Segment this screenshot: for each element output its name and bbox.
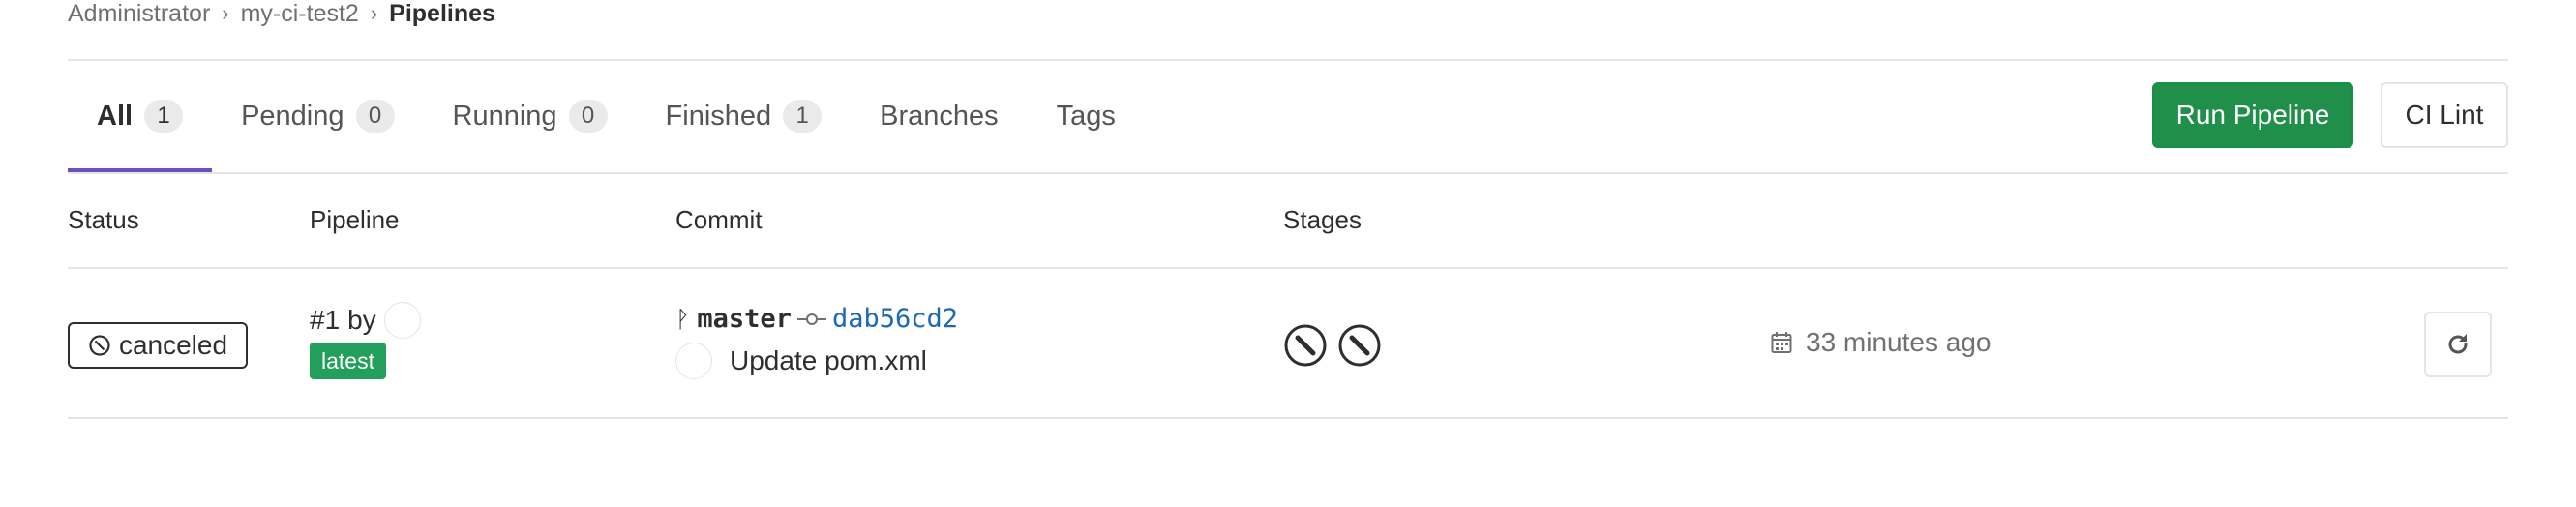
branch-link[interactable]: master — [697, 304, 792, 334]
tab-count-badge: 0 — [355, 100, 395, 133]
pipeline-tabs: All 1 Pending 0 Running 0 Finished 1 Bra… — [68, 60, 1145, 172]
column-header-pipeline: Pipeline — [310, 205, 400, 234]
commit-ref: ᚹ master dab56cd2 — [675, 304, 958, 334]
tab-running[interactable]: Running 0 — [424, 60, 637, 172]
column-header-status: Status — [68, 205, 139, 234]
pipeline-info: #1 by — [310, 302, 421, 339]
calendar-icon — [1771, 332, 1792, 353]
column-header-stages: Stages — [1283, 205, 1362, 234]
tab-pending[interactable]: Pending 0 — [212, 60, 423, 172]
divider — [68, 267, 2508, 269]
latest-badge: latest — [310, 343, 386, 379]
status-text: canceled — [118, 330, 228, 360]
retry-button[interactable] — [2424, 312, 2492, 377]
avatar[interactable] — [383, 302, 421, 339]
tab-count-badge: 1 — [144, 100, 184, 133]
run-pipeline-button[interactable]: Run Pipeline — [2152, 82, 2353, 148]
breadcrumb: Administrator › my-ci-test2 › Pipelines — [68, 0, 495, 27]
commit-title: Update pom.xml — [675, 343, 927, 379]
tab-count-badge: 1 — [783, 100, 823, 133]
retry-icon — [2448, 334, 2468, 354]
tab-branches[interactable]: Branches — [851, 60, 1028, 172]
breadcrumb-separator-icon: › — [370, 1, 378, 25]
pipeline-id-link[interactable]: #1 — [310, 305, 340, 336]
tab-label: Tags — [1056, 100, 1116, 132]
time-ago-text: 33 minutes ago — [1806, 327, 1992, 357]
pipeline-by-label: by — [347, 305, 376, 335]
tab-label: Finished — [665, 100, 772, 132]
branch-icon: ᚹ — [675, 305, 690, 333]
breadcrumb-item-administrator[interactable]: Administrator — [68, 0, 210, 28]
commit-message-link[interactable]: Update pom.xml — [730, 345, 927, 376]
breadcrumb-current[interactable]: Pipelines — [389, 0, 495, 28]
tab-label: All — [97, 100, 134, 132]
stage-canceled-icon[interactable] — [1337, 323, 1382, 368]
pipelines-page: Administrator › my-ci-test2 › Pipelines … — [0, 0, 2576, 507]
breadcrumb-item-project[interactable]: my-ci-test2 — [241, 0, 359, 28]
tab-label: Branches — [880, 100, 999, 132]
tab-count-badge: 0 — [568, 100, 608, 133]
tab-label: Running — [452, 100, 557, 132]
column-header-commit: Commit — [675, 205, 763, 234]
status-badge[interactable]: canceled — [68, 322, 248, 369]
stages-list — [1283, 323, 1382, 368]
commit-icon — [796, 312, 826, 327]
tab-finished[interactable]: Finished 1 — [637, 60, 852, 172]
breadcrumb-separator-icon: › — [222, 1, 229, 25]
avatar[interactable] — [675, 343, 712, 379]
canceled-icon — [89, 335, 110, 356]
tab-all[interactable]: All 1 — [68, 60, 213, 172]
finished-time: 33 minutes ago — [1771, 327, 1991, 358]
tab-tags[interactable]: Tags — [1028, 60, 1145, 172]
divider — [68, 172, 2508, 174]
stage-canceled-icon[interactable] — [1283, 323, 1328, 368]
tab-label: Pending — [241, 100, 344, 132]
ci-lint-button[interactable]: CI Lint — [2381, 82, 2508, 148]
commit-sha-link[interactable]: dab56cd2 — [832, 304, 958, 334]
divider — [68, 417, 2508, 419]
